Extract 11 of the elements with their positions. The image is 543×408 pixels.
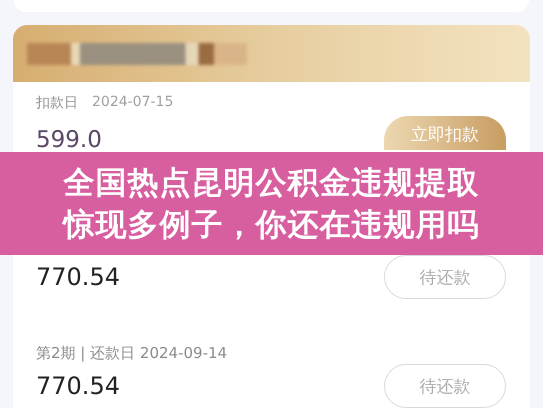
deduction-date: 2024-07-15 (92, 94, 174, 112)
pay-now-button[interactable]: 立即扣款 (384, 116, 506, 150)
amount-text: 770.54 (36, 263, 120, 291)
amount-text: 599.0 (36, 127, 102, 153)
pending-button[interactable]: 待还款 (384, 364, 506, 408)
headline-text: 全国热点昆明公积金违规提取 (64, 164, 480, 202)
installment-date: 第2期 | 还款日 2024-09-14 (36, 344, 228, 363)
headline-text: 惊现多例子，你还在违规用吗 (64, 206, 480, 244)
deduction-label: 扣款日 (36, 94, 78, 112)
amount-text: 770.54 (36, 372, 120, 400)
pending-button[interactable]: 待还款 (384, 255, 506, 299)
